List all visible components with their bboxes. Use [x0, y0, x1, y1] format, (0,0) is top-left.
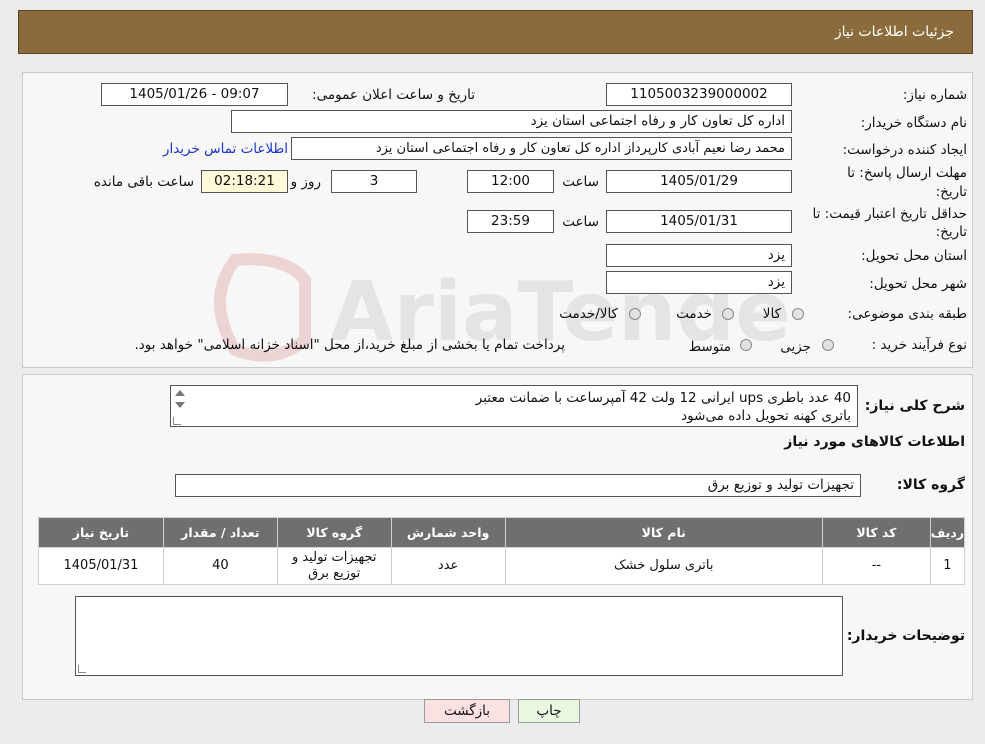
- process-radio-minor[interactable]: [822, 339, 834, 351]
- deadline-date-field[interactable]: 1405/01/29: [606, 170, 792, 193]
- col-header-date: تاریخ نیاز: [38, 517, 164, 548]
- cell-unit: عدد: [390, 547, 506, 585]
- process-option-minor: جزیی: [780, 339, 811, 355]
- scroll-down-icon[interactable]: [175, 402, 185, 408]
- validity-label-date: تاریخ:: [935, 224, 967, 240]
- col-header-code: کد کالا: [821, 517, 931, 548]
- buyer-org-label: نام دستگاه خریدار:: [860, 115, 967, 131]
- description-line-1: 40 عدد باطری ups ایرانی 12 ولت 42 آمپرسا…: [475, 390, 851, 406]
- category-radio-service[interactable]: [722, 308, 734, 320]
- cell-name: باتری سلول خشک: [504, 547, 823, 585]
- goods-section-title: اطلاعات کالاهای مورد نیاز: [784, 434, 965, 450]
- process-option-medium: متوسط: [688, 339, 731, 355]
- col-header-qty: تعداد / مقدار: [162, 517, 278, 548]
- deadline-time-field[interactable]: 12:00: [467, 170, 554, 193]
- validity-time-label: ساعت: [562, 214, 599, 230]
- goods-table: ردیف کد کالا نام کالا واحد شمارش گروه کا…: [38, 517, 966, 585]
- category-option-goods: کالا: [762, 306, 781, 322]
- page-header: جزئیات اطلاعات نیاز: [18, 10, 973, 54]
- city-label: شهر محل تحویل:: [869, 276, 967, 292]
- announce-field[interactable]: 1405/01/26 - 09:07: [101, 83, 288, 106]
- goods-group-field[interactable]: تجهیزات تولید و توزیع برق: [175, 474, 861, 497]
- cell-row-num: 1: [929, 547, 966, 585]
- goods-group-label: گروه کالا:: [896, 477, 965, 493]
- days-field[interactable]: 3: [331, 170, 417, 193]
- requester-field[interactable]: محمد رضا نعیم آبادی کارپرداز اداره کل تع…: [291, 137, 792, 160]
- deadline-time-label: ساعت: [562, 174, 599, 190]
- category-radio-goods-service[interactable]: [629, 308, 641, 320]
- table-header-row: ردیف کد کالا نام کالا واحد شمارش گروه کا…: [38, 517, 966, 548]
- cell-code: --: [821, 547, 931, 585]
- process-radio-medium[interactable]: [740, 339, 752, 351]
- description-textarea[interactable]: 40 عدد باطری ups ایرانی 12 ولت 42 آمپرسا…: [170, 385, 858, 427]
- category-option-service: خدمت: [676, 306, 712, 322]
- category-radio-goods[interactable]: [792, 308, 804, 320]
- resize-grip-icon[interactable]: [78, 665, 86, 673]
- description-label: شرح کلی نیاز:: [864, 398, 965, 414]
- process-label: نوع فرآیند خرید :: [871, 337, 967, 353]
- days-label: روز و: [290, 174, 321, 190]
- buyer-org-field[interactable]: اداره کل تعاون کار و رفاه اجتماعی استان …: [231, 110, 792, 133]
- resize-grip-icon[interactable]: [173, 417, 181, 425]
- validity-date-field[interactable]: 1405/01/31: [606, 210, 792, 233]
- contact-info-link[interactable]: اطلاعات تماس خریدار: [163, 141, 288, 157]
- description-line-2: باتری کهنه تحویل داده می‌شود: [681, 408, 851, 424]
- page-title: جزئیات اطلاعات نیاز: [834, 24, 954, 40]
- col-header-name: نام کالا: [504, 517, 823, 548]
- validity-label: حداقل تاریخ اعتبار قیمت: تا: [812, 206, 967, 222]
- category-option-goods-service: کالا/خدمت: [559, 306, 618, 322]
- print-button[interactable]: چاپ: [518, 699, 580, 723]
- cell-date: 1405/01/31: [38, 547, 164, 585]
- deadline-label: مهلت ارسال پاسخ: تا: [847, 165, 967, 181]
- scroll-up-icon[interactable]: [175, 390, 185, 396]
- province-label: استان محل تحویل:: [861, 248, 967, 264]
- city-field[interactable]: یزد: [606, 271, 792, 294]
- buyer-notes-label: توضیحات خریدار:: [846, 628, 965, 644]
- validity-time-field[interactable]: 23:59: [467, 210, 554, 233]
- cell-group: تجهیزات تولید و توزیع برق: [276, 547, 392, 585]
- province-field[interactable]: یزد: [606, 244, 792, 267]
- process-note: پرداخت تمام یا بخشی از مبلغ خرید،از محل …: [134, 337, 565, 353]
- back-button[interactable]: بازگشت: [424, 699, 510, 723]
- announce-label: تاریخ و ساعت اعلان عمومی:: [312, 87, 475, 103]
- col-header-row-num: ردیف: [929, 517, 966, 548]
- col-header-group: گروه کالا: [276, 517, 392, 548]
- table-row: 1 -- باتری سلول خشک عدد تجهیزات تولید و …: [38, 547, 966, 585]
- remaining-time-field: 02:18:21: [201, 170, 288, 193]
- requester-label: ایجاد کننده درخواست:: [842, 142, 967, 158]
- need-number-label: شماره نیاز:: [902, 87, 967, 103]
- deadline-label-date: تاریخ:: [935, 184, 967, 200]
- buyer-notes-textarea[interactable]: [75, 596, 843, 676]
- remaining-label: ساعت باقی مانده: [93, 174, 194, 190]
- need-number-field[interactable]: 1105003239000002: [606, 83, 792, 106]
- col-header-unit: واحد شمارش: [390, 517, 506, 548]
- category-label: طبقه بندی موضوعی:: [847, 306, 967, 322]
- cell-qty: 40: [162, 547, 278, 585]
